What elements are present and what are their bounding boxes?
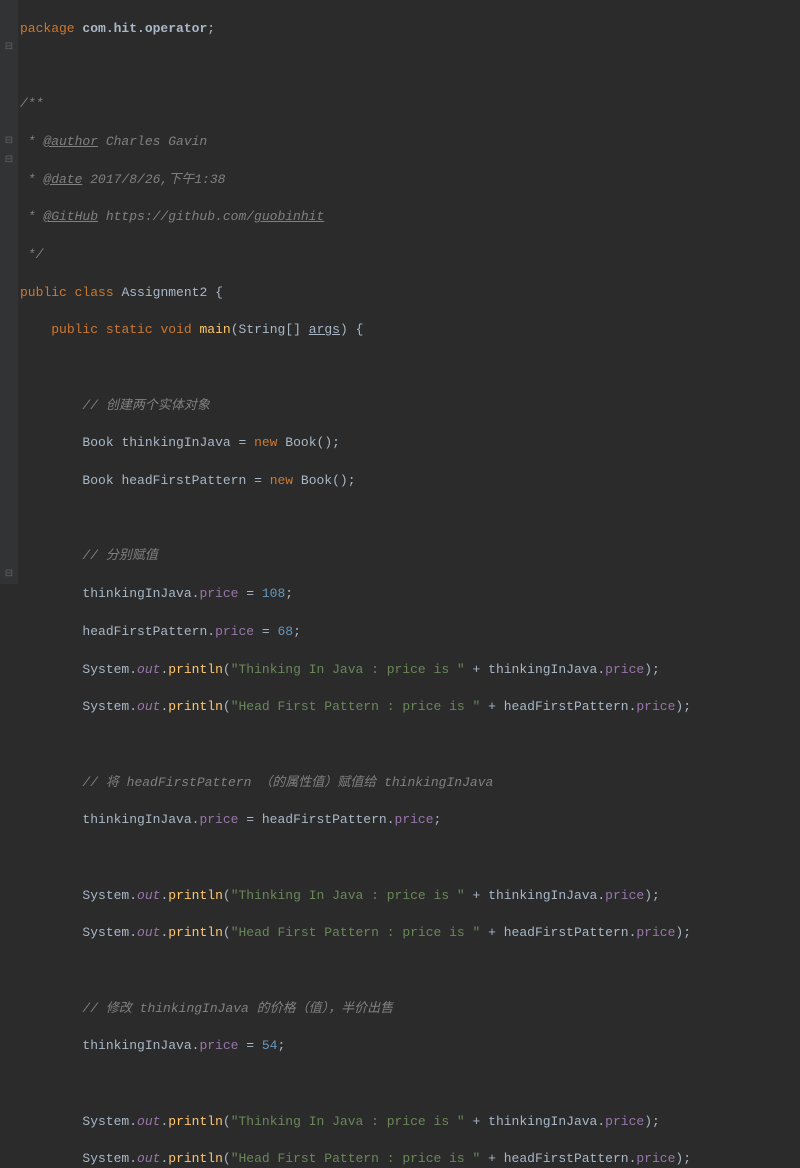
code-line[interactable]: */ (20, 246, 800, 265)
number-108: 108 (262, 586, 285, 601)
code-editor: ⊟ ⊟ ⊟ ⊟ package com.hit.operator; /** * … (0, 0, 800, 584)
param-args: args (309, 322, 340, 337)
javadoc-author-tag: @author (43, 134, 98, 149)
code-line[interactable]: System.out.println("Thinking In Java : p… (20, 661, 800, 680)
code-line[interactable]: System.out.println("Thinking In Java : p… (20, 887, 800, 906)
code-line[interactable]: System.out.println("Thinking In Java : p… (20, 1113, 800, 1132)
class-name: Assignment2 (121, 285, 207, 300)
code-line[interactable]: headFirstPattern.price = 68; (20, 623, 800, 642)
comment: // 修改 thinkingInJava 的价格（值），半价出售 (82, 1001, 393, 1016)
fold-end-marker[interactable]: ⊟ (0, 566, 18, 585)
var-thinkingInJava: thinkingInJava (121, 435, 230, 450)
keyword-void: void (160, 322, 191, 337)
code-line[interactable]: * @author Charles Gavin (20, 133, 800, 152)
gutter: ⊟ ⊟ ⊟ ⊟ (0, 0, 18, 584)
code-line[interactable]: thinkingInJava.price = 54; (20, 1037, 800, 1056)
method-println: println (168, 662, 223, 677)
code-line[interactable]: // 将 headFirstPattern （的属性值）赋值给 thinking… (20, 774, 800, 793)
code-line[interactable]: thinkingInJava.price = headFirstPattern.… (20, 811, 800, 830)
type-book: Book (82, 435, 113, 450)
javadoc-date: 2017/8/26,下午1:38 (82, 172, 225, 187)
code-line[interactable]: thinkingInJava.price = 108; (20, 585, 800, 604)
javadoc-close: */ (20, 247, 43, 262)
comment: // 创建两个实体对象 (82, 398, 209, 413)
code-line[interactable]: * @date 2017/8/26,下午1:38 (20, 171, 800, 190)
field-price: price (199, 586, 238, 601)
code-line[interactable]: // 修改 thinkingInJava 的价格（值），半价出售 (20, 1000, 800, 1019)
string-literal: "Head First Pattern : price is " (231, 699, 481, 714)
keyword-static: static (106, 322, 153, 337)
field-out: out (137, 662, 160, 677)
code-line[interactable]: System.out.println("Head First Pattern :… (20, 1150, 800, 1168)
code-line[interactable]: // 创建两个实体对象 (20, 397, 800, 416)
number-54: 54 (262, 1038, 278, 1053)
var-headFirstPattern: headFirstPattern (121, 473, 246, 488)
class-system: System (82, 662, 129, 677)
javadoc-open: /** (20, 96, 43, 111)
code-line[interactable]: package com.hit.operator; (20, 20, 800, 39)
code-line[interactable]: public static void main(String[] args) { (20, 321, 800, 340)
code-line[interactable]: System.out.println("Head First Pattern :… (20, 924, 800, 943)
fold-marker[interactable]: ⊟ (0, 39, 18, 58)
code-line[interactable]: System.out.println("Head First Pattern :… (20, 698, 800, 717)
keyword-package: package (20, 21, 75, 36)
fold-marker[interactable]: ⊟ (0, 152, 18, 171)
javadoc-link: guobinhit (254, 209, 324, 224)
method-main: main (200, 322, 231, 337)
code-line[interactable]: Book thinkingInJava = new Book(); (20, 434, 800, 453)
code-line[interactable]: * @GitHub https://github.com/guobinhit (20, 208, 800, 227)
code-line[interactable]: /** (20, 95, 800, 114)
fold-marker[interactable]: ⊟ (0, 133, 18, 152)
keyword-new: new (254, 435, 277, 450)
code-line[interactable]: public class Assignment2 { (20, 284, 800, 303)
param-type: String[] (239, 322, 301, 337)
keyword-class: class (75, 285, 114, 300)
code-line[interactable]: Book headFirstPattern = new Book(); (20, 472, 800, 491)
code-line[interactable]: // 分别赋值 (20, 547, 800, 566)
javadoc-author: Charles Gavin (98, 134, 207, 149)
keyword-public: public (20, 285, 67, 300)
javadoc-date-tag: @date (43, 172, 82, 187)
package-name: com.hit.operator (82, 21, 207, 36)
comment: // 分别赋值 (82, 548, 157, 563)
string-literal: "Thinking In Java : price is " (231, 662, 465, 677)
comment: // 将 headFirstPattern （的属性值）赋值给 thinking… (82, 775, 493, 790)
javadoc-github-tag: @GitHub (43, 209, 98, 224)
code-area[interactable]: package com.hit.operator; /** * @author … (18, 0, 800, 584)
number-68: 68 (277, 624, 293, 639)
